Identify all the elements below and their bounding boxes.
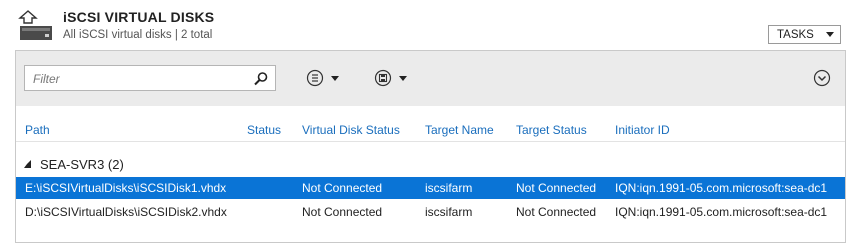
cell-target-name: iscsifarm (425, 205, 473, 219)
cell-virtual-disk-status: Not Connected (302, 205, 383, 219)
column-header-path[interactable]: Path (25, 123, 50, 137)
chevron-down-icon (399, 75, 407, 81)
cell-target-status: Not Connected (516, 181, 597, 195)
cell-path: E:\iSCSIVirtualDisks\iSCSIDisk1.vhdx (25, 181, 227, 195)
header-divider (16, 141, 845, 142)
save-icon (374, 69, 392, 87)
search-icon[interactable] (253, 71, 269, 87)
column-header-virtual-disk-status[interactable]: Virtual Disk Status (302, 123, 400, 137)
tasks-label: TASKS (777, 28, 814, 41)
save-query-button[interactable] (374, 68, 416, 88)
table-row[interactable]: D:\iSCSIVirtualDisks\iSCSIDisk2.vhdx Not… (16, 201, 845, 223)
column-header-row: Path Status Virtual Disk Status Target N… (16, 121, 845, 139)
column-header-target-name[interactable]: Target Name (425, 123, 494, 137)
table-row[interactable]: E:\iSCSIVirtualDisks\iSCSIDisk1.vhdx Not… (16, 177, 845, 199)
chevron-down-icon (826, 32, 834, 37)
column-header-initiator-id[interactable]: Initiator ID (615, 123, 670, 137)
expand-icon[interactable] (813, 69, 831, 87)
toolbar: Filter (16, 51, 845, 106)
filter-placeholder: Filter (33, 72, 60, 86)
cell-initiator-id: IQN:iqn.1991-05.com.microsoft:sea-dc1 (615, 205, 828, 219)
cell-virtual-disk-status: Not Connected (302, 181, 383, 195)
chevron-down-icon (331, 75, 339, 81)
cell-target-status: Not Connected (516, 205, 597, 219)
group-label: SEA-SVR3 (2) (40, 156, 124, 172)
filter-input[interactable]: Filter (24, 65, 276, 91)
list-options-icon (306, 69, 324, 87)
tasks-dropdown[interactable]: TASKS (768, 25, 841, 44)
group-header[interactable]: SEA-SVR3 (2) (24, 155, 124, 173)
cell-target-name: iscsifarm (425, 181, 473, 195)
collapse-triangle-icon[interactable] (24, 160, 31, 168)
cell-initiator-id: IQN:iqn.1991-05.com.microsoft:sea-dc1 (615, 181, 828, 195)
page-title: iSCSI VIRTUAL DISKS (63, 9, 215, 25)
server-disk-icon (18, 10, 52, 40)
disks-panel: Filter Path Status Virtual Disk Status T… (15, 50, 846, 243)
column-header-target-status[interactable]: Target Status (516, 123, 587, 137)
page-subtitle: All iSCSI virtual disks | 2 total (63, 29, 213, 41)
list-options-button[interactable] (306, 68, 348, 88)
cell-path: D:\iSCSIVirtualDisks\iSCSIDisk2.vhdx (25, 205, 227, 219)
column-header-status[interactable]: Status (247, 123, 281, 137)
